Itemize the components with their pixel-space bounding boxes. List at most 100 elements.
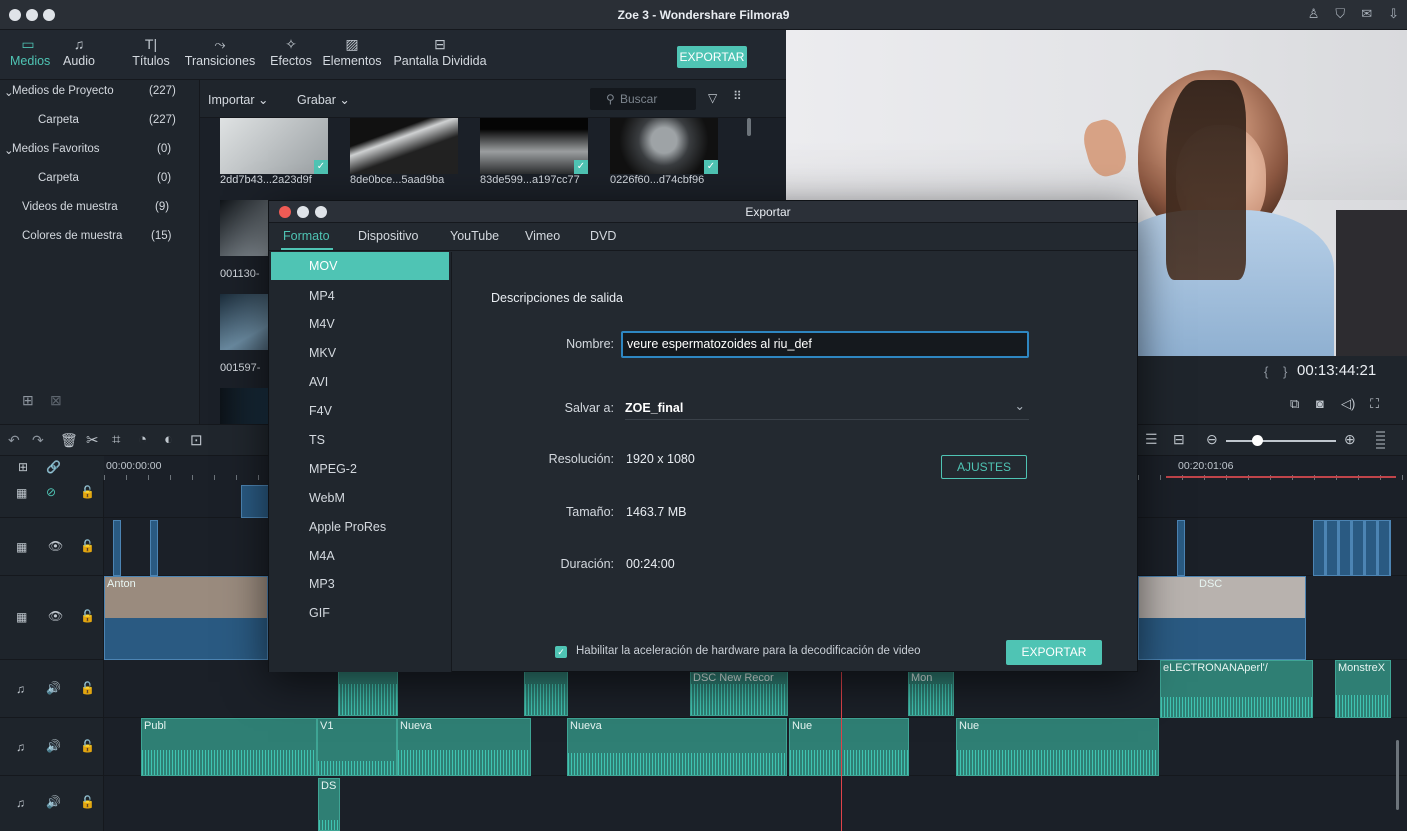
format-item-m4v[interactable]: M4V (271, 310, 449, 338)
format-item-mov[interactable]: MOV (271, 252, 449, 280)
fullscreen-icon[interactable]: ⛶ (1370, 396, 1379, 412)
video-clip[interactable] (150, 520, 158, 576)
hw-accel-checkbox[interactable]: ✓ (555, 646, 567, 658)
sidebar-item-medios-proyecto[interactable]: ⌄ Medios de Proyecto (227) (0, 80, 200, 108)
media-thumbnail[interactable]: ✓ (220, 118, 328, 174)
link-icon[interactable]: 🔗 (46, 460, 61, 474)
media-scrollbar[interactable] (747, 118, 751, 136)
video-clip[interactable] (113, 520, 121, 576)
audio-clip[interactable]: V1 (317, 718, 397, 776)
audio-clip[interactable]: Mon (908, 670, 954, 716)
tab-dvd[interactable]: DVD (590, 229, 616, 243)
format-item-mp4[interactable]: MP4 (271, 282, 449, 310)
lock-icon[interactable]: 🔓 (80, 795, 95, 809)
format-item-ts[interactable]: TS (271, 426, 449, 454)
speaker-icon[interactable]: 🔊 (46, 795, 61, 809)
audio-clip[interactable]: MonstreX (1335, 660, 1391, 718)
lock-icon[interactable]: 🔓 (80, 539, 95, 553)
format-item-mpeg2[interactable]: MPEG-2 (271, 455, 449, 483)
tab-pantalla-dividida[interactable]: ⊟ Pantalla Dividida (386, 36, 494, 68)
color-icon[interactable]: ◐ (164, 431, 173, 448)
audio-clip[interactable] (338, 670, 398, 716)
audio-clip-group[interactable]: Nueva (397, 718, 531, 776)
export-confirm-button[interactable]: EXPORTAR (1006, 640, 1102, 665)
video-clip[interactable] (1177, 520, 1185, 576)
tab-audio[interactable]: ♫ Audio (59, 36, 99, 68)
export-button[interactable]: EXPORTAR (677, 46, 747, 68)
tab-youtube[interactable]: YouTube (450, 229, 499, 243)
mark-out-icon[interactable]: } (1283, 364, 1287, 379)
sidebar-item-carpeta[interactable]: Carpeta (227) (0, 109, 200, 137)
zoom-in-icon[interactable]: ⊕ (1344, 431, 1356, 448)
format-item-mkv[interactable]: MKV (271, 339, 449, 367)
crop-icon[interactable]: ⌗ (112, 431, 120, 448)
tab-vimeo[interactable]: Vimeo (525, 229, 560, 243)
filter-icon[interactable]: ▽ (708, 91, 717, 105)
format-item-apple-prores[interactable]: Apple ProRes (271, 513, 449, 541)
add-track-icon[interactable]: ⊞ (18, 460, 28, 474)
sidebar-item-medios-favoritos[interactable]: ⌄ Medios Favoritos (0) (0, 138, 200, 166)
audio-clip-group[interactable]: Nueva (567, 718, 787, 776)
settings-button[interactable]: AJUSTES (941, 455, 1027, 479)
cart-icon[interactable]: ⛉ (1335, 6, 1345, 22)
green-screen-icon[interactable]: ⊡ (190, 431, 203, 449)
tab-elementos[interactable]: ▨ Elementos (318, 36, 386, 68)
format-item-avi[interactable]: AVI (271, 368, 449, 396)
volume-icon[interactable]: ◁) (1341, 396, 1355, 412)
audio-clip[interactable]: DS (318, 778, 340, 831)
video-clip-group[interactable] (1313, 520, 1391, 576)
tab-medios[interactable]: ▭ Medios (10, 36, 50, 68)
undo-icon[interactable]: ↶ (8, 432, 20, 449)
format-item-m4a[interactable]: M4A (271, 542, 449, 570)
format-item-mp3[interactable]: MP3 (271, 570, 449, 598)
user-icon[interactable]: ♙ (1308, 6, 1320, 22)
zoom-out-icon[interactable]: ⊖ (1206, 431, 1218, 448)
audio-clip-group[interactable]: Publ (141, 718, 317, 776)
tab-transiciones[interactable]: ⤳ Transiciones (180, 36, 260, 68)
mail-icon[interactable]: ✉ (1361, 6, 1372, 22)
name-input[interactable]: veure espermatozoides al riu_def (621, 331, 1029, 358)
eye-icon[interactable]: 👁 (48, 609, 63, 623)
tab-efectos[interactable]: ✧ Efectos (266, 36, 316, 68)
speaker-icon[interactable]: 🔊 (46, 739, 61, 753)
audio-clip-group[interactable]: Nue (789, 718, 909, 776)
audio-clip[interactable]: DSC New Recor (690, 670, 788, 716)
new-folder-icon[interactable]: ⊞ (22, 392, 34, 409)
fit-timeline-icon[interactable]: ⊟ (1173, 431, 1185, 448)
sidebar-item-colores-muestra[interactable]: Colores de muestra (15) (0, 225, 200, 253)
speed-icon[interactable]: ◔ (138, 431, 147, 448)
audio-clip[interactable] (524, 670, 568, 716)
video-clip[interactable] (241, 485, 269, 518)
media-thumbnail[interactable] (350, 118, 458, 174)
search-input[interactable]: ⚲ Buscar (590, 88, 696, 110)
download-icon[interactable]: ⇩ (1388, 6, 1399, 22)
mark-in-icon[interactable]: { (1264, 364, 1268, 379)
video-clip-group[interactable]: Anton (104, 576, 268, 660)
format-item-f4v[interactable]: F4V (271, 397, 449, 425)
render-preview-icon[interactable]: ⧉ (1290, 396, 1299, 412)
media-thumbnail[interactable]: ✓ (610, 118, 718, 174)
tab-formato[interactable]: Formato (283, 229, 330, 243)
media-thumbnail[interactable]: ✓ (480, 118, 588, 174)
grid-view-icon[interactable]: ⠿ (733, 89, 742, 103)
zoom-slider-handle[interactable] (1252, 435, 1263, 446)
tab-titulos[interactable]: T| Títulos (128, 36, 174, 68)
record-dropdown[interactable]: Grabar ⌄ (297, 92, 350, 107)
format-item-webm[interactable]: WebM (271, 484, 449, 512)
cut-icon[interactable]: ✂ (86, 431, 99, 449)
lock-icon[interactable]: 🔓 (80, 681, 95, 695)
snapshot-icon[interactable]: ◙ (1316, 396, 1324, 411)
hidden-eye-icon[interactable]: ⊘ (46, 485, 56, 499)
lock-icon[interactable]: 🔓 (80, 609, 95, 623)
video-clip-group[interactable]: DSC (1138, 576, 1306, 660)
delete-icon[interactable]: 🗑 (60, 432, 78, 449)
voiceover-icon[interactable]: ☰ (1145, 431, 1158, 448)
delete-folder-icon[interactable]: ⊠ (50, 392, 62, 409)
lock-icon[interactable]: 🔓 (80, 739, 95, 753)
format-item-gif[interactable]: GIF (271, 599, 449, 627)
redo-icon[interactable]: ↷ (32, 432, 44, 449)
save-to-select[interactable]: ZOE_final ⌄ (625, 396, 1029, 420)
tab-dispositivo[interactable]: Dispositivo (358, 229, 418, 243)
eye-icon[interactable]: 👁 (48, 539, 63, 553)
import-dropdown[interactable]: Importar ⌄ (208, 92, 269, 107)
